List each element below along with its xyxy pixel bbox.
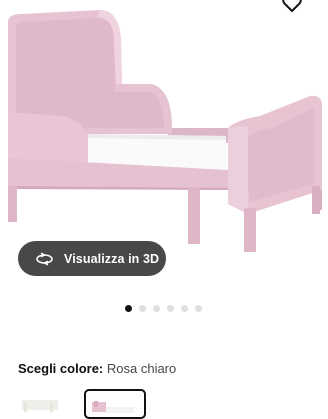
- view-in-3d-button[interactable]: Visualizza in 3D: [18, 241, 166, 276]
- color-value: Rosa chiaro: [106, 361, 177, 376]
- color-swatch-light-pink[interactable]: [84, 389, 146, 419]
- color-selection: Scegli colore: Rosa chiaro: [18, 361, 176, 376]
- view-in-3d-label: Visualizza in 3D: [64, 251, 160, 266]
- carousel-dot[interactable]: [195, 305, 202, 312]
- carousel-indicators: [125, 305, 202, 312]
- product-image[interactable]: [0, 0, 328, 252]
- color-swatch-white[interactable]: [20, 389, 60, 419]
- color-label: Scegli colore:: [18, 361, 104, 376]
- carousel-dot[interactable]: [153, 305, 160, 312]
- carousel-dot[interactable]: [139, 305, 146, 312]
- carousel-dot[interactable]: [125, 305, 132, 312]
- carousel-dot[interactable]: [181, 305, 188, 312]
- rotate-360-icon: [35, 252, 54, 266]
- carousel-dot[interactable]: [167, 305, 174, 312]
